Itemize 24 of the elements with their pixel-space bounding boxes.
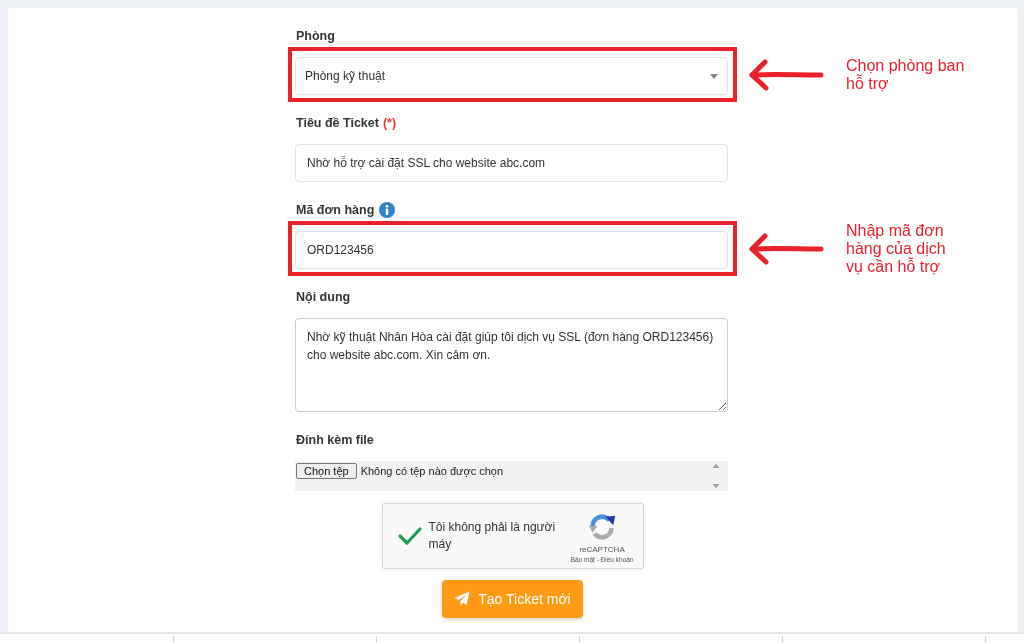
annotation-text: Nhập mã đơn hàng của dịch vụ cần hỗ trợ <box>846 221 947 276</box>
caret-down-icon <box>710 73 718 79</box>
checkmark-icon[interactable] <box>397 526 422 546</box>
file-status-text: Không có tệp nào được chọn <box>360 464 504 479</box>
paper-plane-icon <box>454 591 471 607</box>
captcha-brand-text: reCAPTCHA <box>579 544 625 554</box>
info-icon[interactable] <box>379 202 396 218</box>
circular-arrows-icon <box>587 511 618 542</box>
scroll-arrows-icon[interactable] <box>712 463 720 489</box>
text-field[interactable]: Nhờ hỗ trợ cài đặt SSL cho website abc.com <box>295 144 728 182</box>
field-label: Đính kèm file <box>296 432 374 449</box>
field-label: Nội dung <box>296 289 351 306</box>
text-field[interactable]: ORD123456 <box>295 231 728 269</box>
choose-file-button[interactable]: Chọn tệp <box>296 463 357 479</box>
annotation-text: Chọn phòng ban hỗ trợ <box>846 56 966 93</box>
message-textarea[interactable]: Nhờ kỹ thuật Nhân Hòa cài đặt giúp tôi dịch vụ SSL (đơn hàng ORD123456) cho website abc.com. Xin cảm ơn. <box>295 318 728 412</box>
field-label: Tiêu đề Ticket <box>296 115 379 132</box>
department-select[interactable]: Phòng kỹ thuật <box>295 57 728 95</box>
left-arrow-icon <box>748 58 824 91</box>
field-label: Mã đơn hàng <box>296 202 375 219</box>
left-arrow-icon <box>748 232 824 265</box>
captcha-label: Tôi không phải là người máy <box>428 519 557 553</box>
field-label: Phòng <box>296 28 335 45</box>
required-mark: (*) <box>382 115 397 132</box>
